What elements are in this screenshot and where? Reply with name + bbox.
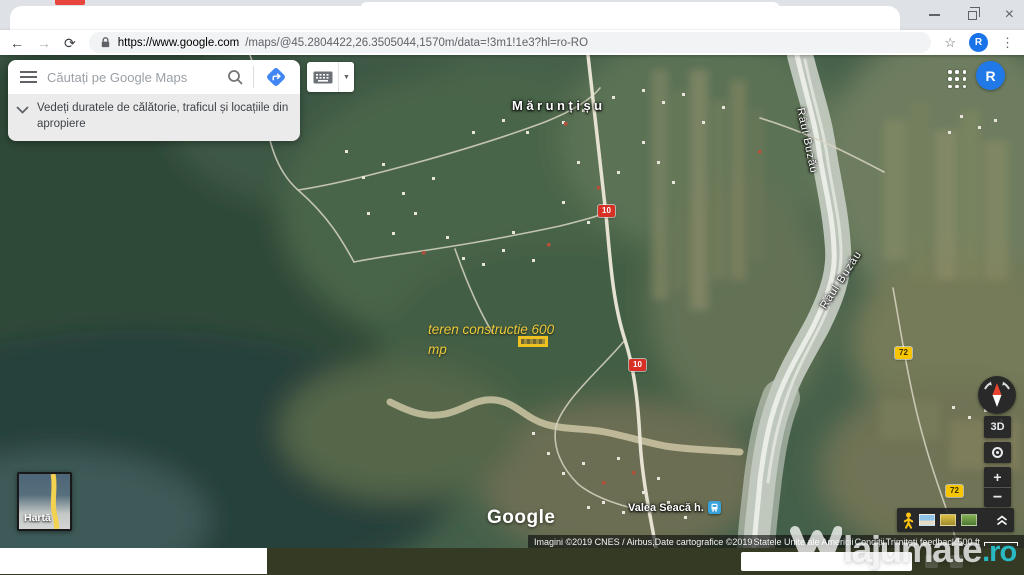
url-secure-part: https://www.google.com xyxy=(117,36,240,49)
maps-profile-avatar[interactable]: R xyxy=(976,61,1005,90)
search-card: Vedeți duratele de călătorie, traficul ș… xyxy=(8,60,300,142)
route-shield: 72 xyxy=(895,347,912,359)
lock-icon[interactable] xyxy=(99,36,112,49)
scale-label: 500 ft xyxy=(957,536,980,547)
chevron-up-icon[interactable] xyxy=(996,514,1008,526)
attribution-bar: Imagini ©2019 CNES / Airbus,Date cartogr… xyxy=(528,535,1024,548)
travel-notification: Vedeți duratele de călătorie, traficul ș… xyxy=(8,94,300,142)
route-shield: 10 xyxy=(598,205,615,217)
search-box[interactable] xyxy=(8,60,300,94)
transit-icon[interactable] xyxy=(707,501,721,514)
browser-toolbar: ← → ⟳ https://www.google.com/maps/@45.28… xyxy=(0,30,1024,55)
notification-text: Vedeți duratele de călătorie, traficul ș… xyxy=(37,102,289,130)
zoom-in-button[interactable]: + xyxy=(984,467,1011,487)
terms-link[interactable]: Condiții xyxy=(855,537,885,547)
browser-titlebar: × xyxy=(0,0,1024,30)
compass-icon xyxy=(984,381,1010,407)
layer-thumbnail-green[interactable] xyxy=(961,514,977,526)
browser-profile-avatar[interactable]: R xyxy=(969,33,988,52)
station-name: Valea Seacă h. xyxy=(628,501,704,514)
kebab-menu-icon[interactable]: ⋮ xyxy=(1001,35,1014,51)
station-label[interactable]: Valea Seacă h. xyxy=(628,501,721,514)
region-name: Statele Unite ale Americii xyxy=(753,536,854,547)
minimap-label: Hartă xyxy=(24,512,51,524)
zoom-out-button[interactable]: − xyxy=(984,487,1011,507)
caret-down-icon[interactable]: ▼ xyxy=(339,74,354,81)
streetview-layer-bar xyxy=(897,508,1014,532)
layer-thumbnail-field[interactable] xyxy=(940,514,956,526)
google-logo[interactable]: Google xyxy=(487,507,555,529)
taskbar-icon[interactable] xyxy=(950,555,963,568)
apps-grid-icon[interactable] xyxy=(948,70,967,89)
hamburger-menu-icon[interactable] xyxy=(20,71,37,83)
directions-icon[interactable] xyxy=(264,65,288,89)
scale-bar xyxy=(983,541,1018,546)
feedback-link[interactable]: Trimiteți feedback xyxy=(886,537,957,547)
bookmark-star-icon[interactable]: ☆ xyxy=(944,35,956,51)
back-icon[interactable]: ← xyxy=(10,36,24,50)
tab-accent-strip xyxy=(55,0,85,5)
town-label[interactable]: Mărunțișu xyxy=(512,98,606,113)
taskbar xyxy=(0,548,1024,575)
route-shield: 10 xyxy=(629,359,646,371)
restore-icon[interactable] xyxy=(967,7,981,20)
search-icon[interactable] xyxy=(227,69,243,85)
my-location-button[interactable] xyxy=(984,442,1011,463)
imagery-credit: Imagini ©2019 CNES / Airbus,Date cartogr… xyxy=(534,536,753,547)
minimize-icon[interactable] xyxy=(928,14,940,16)
taskbar-redaction-blob xyxy=(0,548,267,574)
layer-thumbnail-sky[interactable] xyxy=(919,514,935,526)
chevron-down-icon[interactable] xyxy=(16,106,29,114)
my-location-icon xyxy=(992,447,1003,458)
taskbar-icon[interactable] xyxy=(925,555,938,568)
route-shield: 72 xyxy=(946,485,963,497)
map-scale: 500 ft xyxy=(957,537,1018,547)
reload-icon[interactable]: ⟳ xyxy=(64,36,76,50)
search-input[interactable] xyxy=(47,69,217,85)
minimap-toggle[interactable]: Hartă xyxy=(17,472,72,531)
keyboard-icon[interactable] xyxy=(307,71,338,84)
listing-marker[interactable] xyxy=(518,336,548,347)
3d-toggle-button[interactable]: 3D xyxy=(984,416,1011,438)
compass-control[interactable] xyxy=(978,376,1016,414)
forward-icon[interactable]: → xyxy=(37,36,51,50)
close-icon[interactable]: × xyxy=(1005,7,1014,23)
keyboard-tool: ▼ xyxy=(307,62,354,92)
tab-redaction-blob xyxy=(360,2,780,16)
address-bar[interactable]: https://www.google.com/maps/@45.2804422,… xyxy=(88,32,932,53)
divider xyxy=(253,66,254,88)
taskbar-redaction-blob xyxy=(741,552,912,571)
url-path-part: /maps/@45.2804422,26.3505044,1570m/data=… xyxy=(245,36,589,49)
pegman-icon[interactable] xyxy=(903,512,914,529)
window-controls: × xyxy=(928,0,1014,30)
map-viewport: Vedeți duratele de călătorie, traficul ș… xyxy=(0,55,1024,548)
